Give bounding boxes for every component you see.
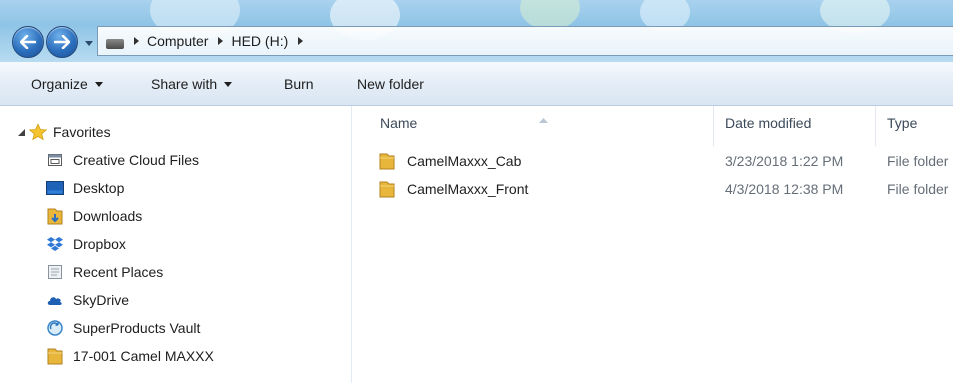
downloads-folder-icon <box>46 207 64 225</box>
arrow-right-icon <box>54 35 70 49</box>
dropbox-icon <box>46 235 64 253</box>
file-name: CamelMaxxx_Cab <box>407 153 522 169</box>
column-divider[interactable] <box>875 106 876 146</box>
organize-button[interactable]: Organize <box>31 76 103 92</box>
nav-item-label: Creative Cloud Files <box>73 152 200 168</box>
desktop-icon <box>46 179 64 197</box>
column-header-type[interactable]: Type <box>887 115 917 131</box>
nav-item-superproducts-vault[interactable]: SuperProducts Vault <box>46 317 200 339</box>
column-divider[interactable] <box>713 106 714 146</box>
column-header-name[interactable]: Name <box>380 115 417 131</box>
file-date-modified: 4/3/2018 12:38 PM <box>725 181 844 197</box>
new-folder-label: New folder <box>357 76 424 92</box>
nav-item-label: SuperProducts Vault <box>73 320 201 336</box>
file-name: CamelMaxxx_Front <box>407 181 529 197</box>
vault-icon <box>46 319 64 337</box>
folder-icon <box>46 347 64 365</box>
nav-item-recent-places[interactable]: Recent Places <box>46 261 163 283</box>
burn-button[interactable]: Burn <box>284 76 314 92</box>
expand-triangle-icon[interactable] <box>18 128 25 136</box>
forward-button[interactable] <box>46 26 78 58</box>
skydrive-icon <box>46 291 64 309</box>
breadcrumb-computer[interactable]: Computer <box>147 33 208 49</box>
organize-label: Organize <box>31 76 88 92</box>
folder-icon <box>379 152 395 173</box>
nav-item-label: 17-001 Camel MAXXX <box>73 348 214 364</box>
nav-item-label: Desktop <box>73 180 125 196</box>
favorites-label: Favorites <box>53 124 111 140</box>
navigation-pane: Favorites Creative Cloud Files Desktop D… <box>0 106 352 383</box>
back-button[interactable] <box>12 26 44 58</box>
nav-item-desktop[interactable]: Desktop <box>46 177 124 199</box>
nav-item-skydrive[interactable]: SkyDrive <box>46 289 129 311</box>
nav-item-label: SkyDrive <box>73 292 130 308</box>
table-row[interactable]: CamelMaxxx_Front 4/3/2018 12:38 PM File … <box>353 177 953 201</box>
favorites-group[interactable]: Favorites <box>18 121 111 143</box>
nav-item-label: Dropbox <box>73 236 126 252</box>
nav-item-creative-cloud-files[interactable]: Creative Cloud Files <box>46 149 199 171</box>
file-type: File folder <box>887 153 949 169</box>
new-folder-button[interactable]: New folder <box>357 76 424 92</box>
folder-icon <box>379 180 395 201</box>
column-header-date-modified[interactable]: Date modified <box>725 115 811 131</box>
creative-cloud-icon <box>46 151 64 169</box>
nav-item-label: Recent Places <box>73 264 164 280</box>
file-type: File folder <box>887 181 949 197</box>
burn-label: Burn <box>284 76 314 92</box>
share-with-button[interactable]: Share with <box>151 76 233 92</box>
star-icon <box>29 123 47 141</box>
window-titlebar: Computer HED (H:) <box>0 0 953 62</box>
file-date-modified: 3/23/2018 1:22 PM <box>725 153 844 169</box>
recent-places-icon <box>46 263 64 281</box>
command-bar: Organize Share with Burn New folder <box>0 62 953 106</box>
breadcrumb-drive[interactable]: HED (H:) <box>231 33 288 49</box>
breadcrumb-chevron-icon[interactable] <box>218 37 224 45</box>
nav-item-label: Downloads <box>73 208 143 224</box>
recent-pages-dropdown[interactable] <box>84 38 94 48</box>
breadcrumb-chevron-icon[interactable] <box>298 37 304 45</box>
breadcrumb-chevron-icon[interactable] <box>134 37 139 45</box>
chevron-down-icon <box>94 81 103 87</box>
nav-item-downloads[interactable]: Downloads <box>46 205 142 227</box>
share-with-label: Share with <box>151 76 218 92</box>
sort-ascending-icon <box>539 110 548 126</box>
table-row[interactable]: CamelMaxxx_Cab 3/23/2018 1:22 PM File fo… <box>353 149 953 173</box>
chevron-down-icon <box>85 40 93 46</box>
nav-item-17-001-camel-maxxx[interactable]: 17-001 Camel MAXXX <box>46 345 214 367</box>
chevron-down-icon <box>224 81 233 87</box>
nav-item-dropbox[interactable]: Dropbox <box>46 233 126 255</box>
drive-icon <box>106 38 124 49</box>
address-bar[interactable]: Computer HED (H:) <box>97 26 953 56</box>
file-list: Name Date modified Type CamelMaxxx_Cab 3… <box>353 106 953 383</box>
arrow-left-icon <box>20 35 36 49</box>
